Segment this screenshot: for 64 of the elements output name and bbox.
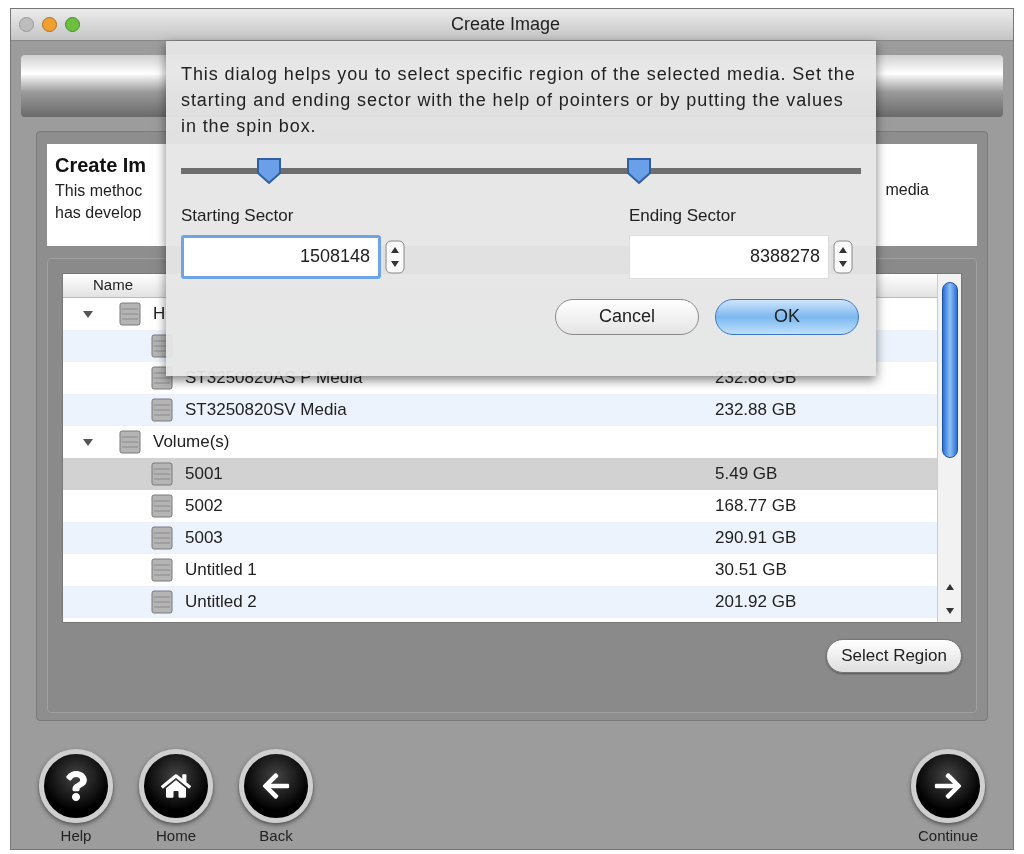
table-row[interactable]: 5001 5.49 GB xyxy=(63,458,937,490)
dialog-button[interactable]: Cancel xyxy=(555,298,699,335)
nav-button[interactable] xyxy=(39,748,113,823)
drive-icon xyxy=(151,462,173,486)
intro-text: This methoc xyxy=(55,181,144,201)
drive-icon xyxy=(151,590,173,614)
select-region-button[interactable]: Select Region xyxy=(826,639,962,673)
scroll-thumb[interactable] xyxy=(941,282,958,458)
slider-thumb[interactable] xyxy=(625,157,652,185)
sector-field[interactable]: 8388278 xyxy=(629,234,829,279)
intro-text: media xyxy=(885,180,929,200)
sector-field[interactable]: 1508148 xyxy=(181,234,381,279)
dialog-message: This dialog helps you to select specific region of the selected media. Set the starting and ending sector with the help of pointers or by putting the values in the spin box. xyxy=(181,63,857,138)
scroll-down-arrow-icon[interactable] xyxy=(944,606,955,616)
disclosure-triangle-icon[interactable] xyxy=(83,309,93,319)
scrollbar[interactable] xyxy=(937,274,961,622)
column-header[interactable]: Name xyxy=(93,274,133,297)
intro-text: has develop xyxy=(55,203,143,223)
drive-icon xyxy=(151,398,173,422)
slider-thumb[interactable] xyxy=(255,157,282,185)
device-name: Untitled 2 xyxy=(185,592,257,612)
device-name: Untitled 1 xyxy=(185,560,257,580)
drive-icon xyxy=(151,558,173,582)
drive-icon xyxy=(151,494,173,518)
stepper-icon[interactable] xyxy=(385,239,405,274)
right-arrow-icon xyxy=(933,770,963,801)
nav-label: Help xyxy=(60,825,92,846)
device-size: 168.77 GB xyxy=(715,496,797,516)
stepper-icon[interactable] xyxy=(833,239,853,274)
left-arrow-icon xyxy=(261,770,291,801)
nav-button[interactable] xyxy=(139,748,213,823)
drive-icon xyxy=(151,526,173,550)
nav-button[interactable] xyxy=(911,748,985,823)
table-row[interactable]: Untitled 2 201.92 GB xyxy=(63,586,937,618)
device-size: 232.88 GB xyxy=(715,368,797,388)
drive-icon xyxy=(119,430,141,454)
device-name: 5001 xyxy=(185,464,223,484)
dialog-button[interactable]: OK xyxy=(715,298,859,335)
table-row[interactable]: ST3250820SV Media 232.88 GB xyxy=(63,394,937,426)
device-name: 5002 xyxy=(185,496,223,516)
device-name: Volume(s) xyxy=(153,432,230,452)
device-size: 30.51 GB xyxy=(715,560,787,580)
device-size: 290.91 GB xyxy=(715,528,797,548)
field-label: Starting Sector xyxy=(181,205,295,227)
device-size: 232.88 GB xyxy=(715,400,797,420)
minimize-button[interactable] xyxy=(42,17,57,32)
intro-title: Create Im xyxy=(55,153,148,178)
device-name: H xyxy=(153,304,166,324)
table-row[interactable]: 5003 290.91 GB xyxy=(63,522,937,554)
device-name: 5003 xyxy=(185,528,223,548)
window-title: Create Image xyxy=(451,13,561,36)
field-label: Ending Sector xyxy=(629,205,737,227)
drive-icon xyxy=(119,302,141,326)
nav-label: Continue xyxy=(917,825,978,846)
nav-button[interactable] xyxy=(239,748,313,823)
zoom-button[interactable] xyxy=(65,17,80,32)
nav-label: Back xyxy=(259,825,293,846)
device-name: ST3250820SV Media xyxy=(185,400,347,420)
scroll-up-arrow-icon[interactable] xyxy=(944,582,955,592)
device-name: ST3250820AS P Media xyxy=(185,368,363,388)
device-size: 201.92 GB xyxy=(715,592,797,612)
nav-label: Home xyxy=(156,825,196,846)
disclosure-triangle-icon[interactable] xyxy=(83,437,93,447)
device-size: 5.49 GB xyxy=(715,464,778,484)
